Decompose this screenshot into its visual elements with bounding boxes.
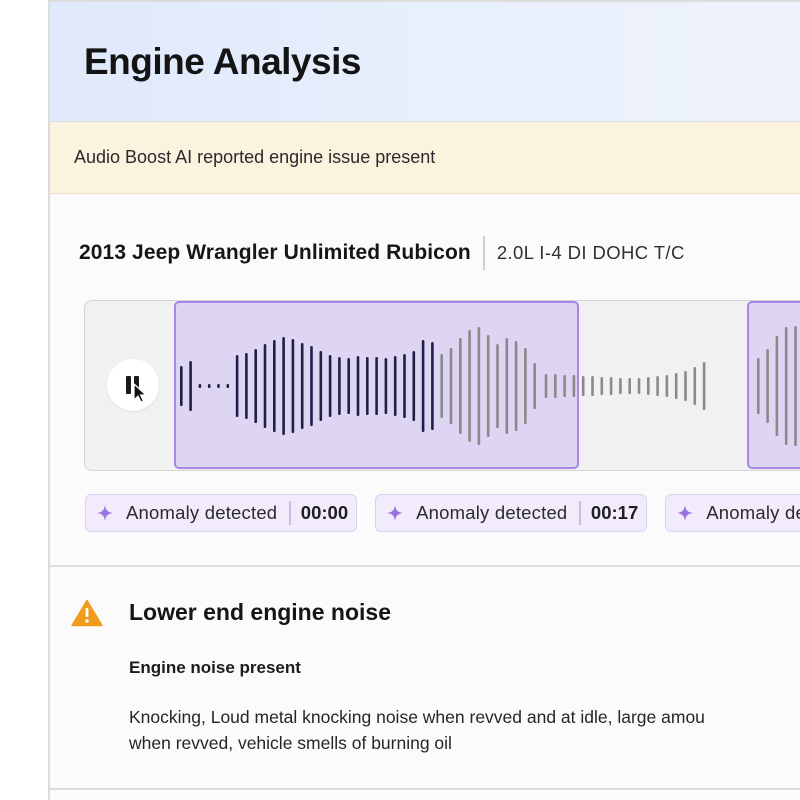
waveform-bar — [198, 384, 202, 388]
waveform-bar — [477, 327, 481, 445]
anomaly-chip[interactable]: Anomaly detected 00:00 — [85, 494, 358, 532]
warning-icon — [71, 599, 103, 627]
waveform-bar — [421, 340, 425, 432]
anomaly-label: Anomaly detected — [416, 502, 568, 523]
pause-button[interactable] — [107, 359, 159, 411]
waveform-bar — [189, 361, 192, 411]
waveform-bar — [505, 338, 509, 434]
vehicle-engine: 2.0L I-4 DI DOHC T/C — [496, 242, 685, 263]
waveform-bar — [273, 340, 276, 432]
waveform-bar — [207, 384, 211, 388]
waveform-bar — [235, 355, 239, 417]
anomaly-chip[interactable]: Anomaly detected — [665, 494, 800, 532]
waveform-bar — [356, 356, 360, 416]
waveform[interactable] — [85, 301, 800, 472]
waveform-bar — [766, 349, 769, 423]
waveform-bar — [254, 349, 257, 423]
alert-text: Audio Boost AI reported engine issue pre… — [74, 147, 436, 167]
waveform-bar — [486, 335, 490, 437]
waveform-bar — [384, 358, 388, 414]
waveform-bar — [674, 373, 678, 399]
chip-divider — [579, 501, 581, 525]
waveform-bar — [440, 354, 443, 418]
chip-divider — [289, 501, 291, 525]
waveform-bar — [431, 342, 434, 430]
waveform-bar — [459, 338, 462, 434]
section-divider — [50, 565, 800, 567]
waveform-bar — [291, 339, 295, 433]
waveform-bar — [300, 343, 304, 429]
waveform-bar — [600, 377, 604, 395]
vehicle-divider — [482, 236, 485, 270]
waveform-bar — [226, 384, 230, 388]
waveform-bar — [403, 354, 406, 418]
waveform-bar — [310, 346, 313, 426]
waveform-bar — [775, 336, 779, 436]
waveform-bar — [656, 376, 659, 396]
page-header: Engine Analysis — [50, 2, 800, 122]
waveform-bar — [563, 375, 566, 397]
ai-alert-banner: Audio Boost AI reported engine issue pre… — [50, 122, 800, 194]
waveform-bar — [581, 376, 585, 396]
cursor-icon — [133, 383, 147, 403]
waveform-bar — [375, 357, 378, 415]
waveform-bar — [784, 327, 788, 445]
sparkle-icon — [96, 504, 114, 522]
issue-subtitle: Engine noise present — [129, 658, 301, 677]
issue-description: Knocking, Loud metal knocking noise when… — [129, 704, 800, 756]
vehicle-name: 2013 Jeep Wrangler Unlimited Rubicon — [79, 241, 471, 264]
waveform-bar — [628, 378, 631, 394]
anomaly-chips: Anomaly detected 00:00 Anomaly detected … — [85, 494, 800, 532]
waveform-bar — [338, 357, 341, 415]
waveform-bar — [393, 356, 397, 416]
waveform-bar — [693, 367, 697, 405]
waveform-bar — [572, 375, 576, 397]
issue-title: Lower end engine noise — [129, 599, 391, 625]
anomaly-time: 00:00 — [300, 502, 349, 523]
engine-analysis-panel: Engine Analysis Audio Boost AI reported … — [48, 0, 800, 800]
waveform-bar — [449, 348, 453, 424]
waveform-bar — [524, 348, 527, 424]
waveform-bar — [263, 344, 267, 428]
waveform-bar — [619, 378, 622, 394]
waveform-bar — [637, 378, 641, 394]
waveform-bar — [702, 362, 706, 410]
anomaly-label: Anomaly detected — [706, 502, 800, 523]
pause-icon — [126, 376, 147, 403]
waveform-bar — [684, 371, 687, 401]
waveform-bar — [180, 366, 183, 406]
waveform-bar — [319, 351, 323, 421]
waveform-bar — [554, 374, 557, 398]
waveform-bar — [347, 358, 350, 414]
anomaly-label: Anomaly detected — [126, 502, 278, 523]
sparkle-icon — [387, 504, 404, 522]
waveform-bar — [757, 358, 760, 414]
waveform-bar — [328, 355, 332, 417]
section-divider — [50, 788, 800, 790]
waveform-bar — [282, 337, 285, 435]
waveform-bar — [366, 357, 369, 415]
waveform-bar — [533, 363, 536, 409]
waveform-bar — [609, 377, 613, 395]
waveform-bar — [468, 330, 471, 442]
waveform-bar — [245, 353, 248, 419]
waveform-bar — [514, 341, 518, 431]
waveform-bar — [794, 326, 797, 446]
waveform-bar — [665, 375, 669, 397]
issue-description-line: when revved, vehicle smells of burning o… — [129, 733, 452, 753]
sparkle-icon — [677, 504, 694, 522]
waveform-bar — [496, 344, 499, 428]
waveform-bar — [591, 376, 594, 396]
audio-player[interactable] — [84, 300, 800, 471]
waveform-bar — [647, 377, 650, 395]
waveform-bar — [544, 374, 548, 398]
anomaly-time: 00:17 — [590, 502, 639, 523]
waveform-bar — [217, 384, 220, 388]
anomaly-chip[interactable]: Anomaly detected 00:17 — [375, 494, 648, 532]
issue-description-line: Knocking, Loud metal knocking noise when… — [129, 707, 705, 727]
page-title: Engine Analysis — [84, 40, 361, 82]
waveform-bar — [412, 351, 416, 421]
vehicle-info: 2013 Jeep Wrangler Unlimited Rubicon 2.0… — [79, 235, 685, 271]
